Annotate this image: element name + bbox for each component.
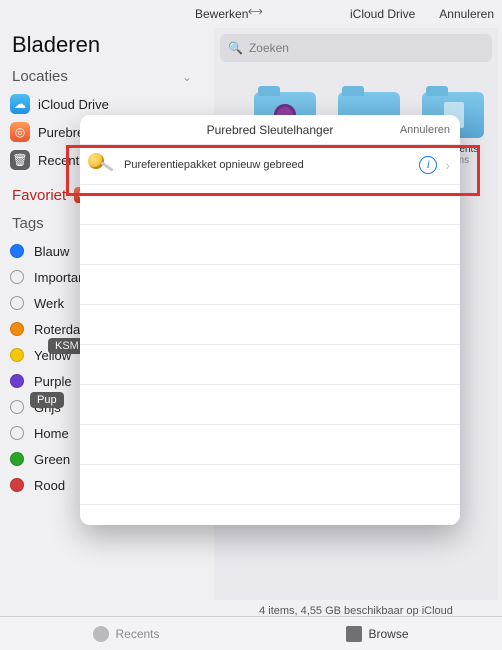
tag-label: Home <box>34 426 69 441</box>
tags-label: Tags <box>12 215 44 232</box>
location-title: iCloud Drive <box>350 7 415 21</box>
list-item <box>80 465 460 505</box>
info-icon[interactable]: i <box>419 156 437 174</box>
sidebar-item-label: Recent <box>38 153 79 168</box>
folder-icon <box>346 626 362 642</box>
list-item <box>80 385 460 425</box>
tag-label: Werk <box>34 296 64 311</box>
tag-dot-icon <box>10 348 24 362</box>
clock-icon <box>93 626 109 642</box>
chevron-right-icon: › <box>445 157 450 173</box>
tag-dot-icon <box>10 426 24 440</box>
tag-dot-icon <box>10 244 24 258</box>
key-icon <box>88 151 116 179</box>
tag-dot-icon <box>10 452 24 466</box>
edit-button[interactable]: Bewerken <box>195 7 248 21</box>
tab-recents[interactable]: Recents <box>93 626 159 642</box>
tab-browse[interactable]: Browse <box>346 626 408 642</box>
modal-title: Purebred Sleutelhanger <box>207 123 334 137</box>
keychain-row-label: Pureferentiepakket opnieuw gebreed <box>124 159 304 171</box>
trash-icon: 🗑 <box>10 150 30 170</box>
tag-dot-icon <box>10 322 24 336</box>
list-item <box>80 345 460 385</box>
keychain-modal: Purebred Sleutelhanger Annuleren Purefer… <box>80 115 460 525</box>
search-input[interactable]: 🔍 Zoeken <box>220 34 492 62</box>
tab-bar: Recents Browse <box>0 616 502 650</box>
expand-icon[interactable]: ⤢ <box>250 4 261 19</box>
search-placeholder: Zoeken <box>249 41 289 55</box>
cloud-icon: ☁ <box>10 94 30 114</box>
modal-header: Purebred Sleutelhanger Annuleren <box>80 115 460 145</box>
locations-label: Locaties <box>12 68 68 85</box>
tag-dot-icon <box>10 296 24 310</box>
tag-label: Blauw <box>34 244 69 259</box>
tag-label: Rood <box>34 478 65 493</box>
cancel-button[interactable]: Annuleren <box>439 7 494 21</box>
sidebar-item-label: iCloud Drive <box>38 97 109 112</box>
modal-cancel-button[interactable]: Annuleren <box>400 124 450 136</box>
list-item <box>80 425 460 465</box>
page-title: Bladeren <box>12 32 206 58</box>
list-item <box>80 185 460 225</box>
tag-dot-icon <box>10 400 24 414</box>
search-icon: 🔍 <box>228 41 243 55</box>
keychain-row[interactable]: Pureferentiepakket opnieuw gebreed i › <box>80 145 460 185</box>
favoriet-label: Favoriet <box>12 187 66 204</box>
list-item <box>80 225 460 265</box>
tag-label: Purple <box>34 374 72 389</box>
pill-pup: Pup <box>30 392 64 408</box>
sidebar-item-icloud[interactable]: ☁ iCloud Drive <box>10 91 206 117</box>
tag-dot-icon <box>10 270 24 284</box>
tab-label: Recents <box>115 627 159 641</box>
locations-header[interactable]: Locaties ⌄ <box>12 68 206 85</box>
tab-label: Browse <box>368 627 408 641</box>
tag-label: Green <box>34 452 70 467</box>
tag-dot-icon <box>10 374 24 388</box>
purebred-icon: ◎ <box>10 122 30 142</box>
tag-dot-icon <box>10 478 24 492</box>
list-item <box>80 305 460 345</box>
chevron-down-icon: ⌄ <box>182 70 192 84</box>
list-item <box>80 265 460 305</box>
